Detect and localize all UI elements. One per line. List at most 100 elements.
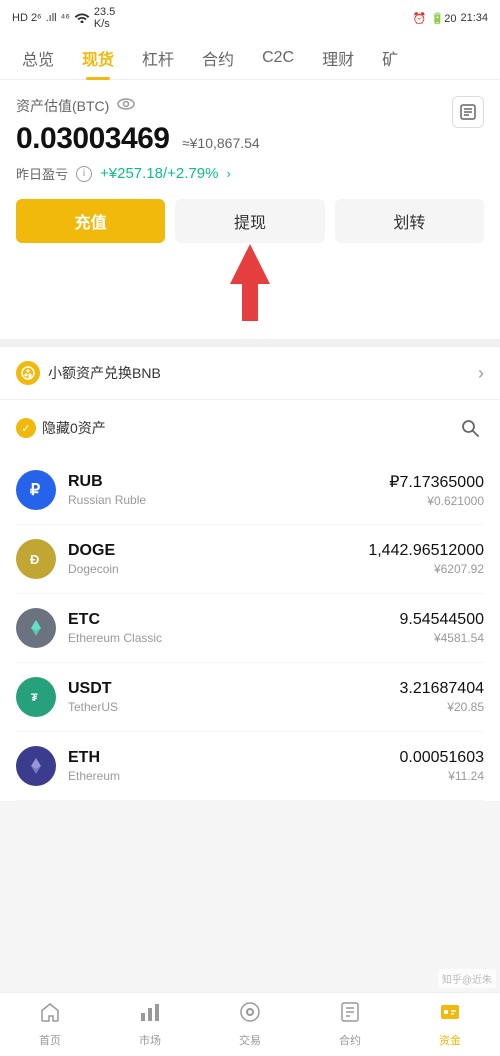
usdt-cny: ¥20.85 (399, 700, 484, 714)
nav-trade-label: 交易 (239, 1032, 261, 1048)
profit-row: 昨日盈亏 i +¥257.18/+2.79% › (16, 164, 484, 183)
time-display: 21:34 (460, 12, 488, 24)
deposit-button[interactable]: 充值 (16, 199, 165, 243)
svg-text:₽: ₽ (30, 482, 40, 499)
etc-info: ETC Ethereum Classic (68, 611, 399, 645)
lte-indicator: ⁴⁶ (61, 12, 70, 24)
coin-item-doge[interactable]: Ð DOGE Dogecoin 1,442.96512000 ¥6207.92 (16, 525, 484, 594)
network-speed: 23.5K/s (94, 6, 115, 30)
doge-name: Dogecoin (68, 562, 368, 576)
etc-name: Ethereum Classic (68, 631, 399, 645)
battery-indicator: 🔋20 (431, 12, 457, 25)
red-arrow (220, 239, 280, 329)
tab-spot[interactable]: 现货 (68, 36, 128, 80)
svg-text:₮: ₮ (31, 692, 38, 704)
svg-text:Ð: Ð (30, 552, 39, 567)
rub-name: Russian Ruble (68, 493, 389, 507)
nav-market-label: 市场 (139, 1032, 161, 1048)
nav-assets-label: 资金 (439, 1032, 461, 1048)
eth-symbol: ETH (68, 749, 399, 767)
tab-contract[interactable]: 合约 (188, 36, 248, 80)
tab-overview[interactable]: 总览 (8, 36, 68, 80)
profit-label: 昨日盈亏 (16, 164, 68, 183)
asset-list-header: ✓ 隐藏0资产 (16, 414, 484, 442)
usdt-symbol: USDT (68, 680, 399, 698)
asset-list-section: ✓ 隐藏0资产 ₽ RUB Russian Ruble ₽7.17365000 … (0, 400, 500, 801)
info-icon[interactable]: i (76, 166, 92, 182)
wifi-icon (74, 11, 90, 26)
hide-zero-label: 隐藏0资产 (42, 418, 106, 438)
nav-assets[interactable]: 资金 (400, 995, 500, 1054)
rub-icon: ₽ (16, 470, 56, 510)
search-button[interactable] (456, 414, 484, 442)
eth-values: 0.00051603 ¥11.24 (399, 749, 484, 783)
status-bar: HD 2⁶ .ıll ⁴⁶ 23.5K/s ⏰ 🔋20 21:34 (0, 0, 500, 36)
usdt-name: TetherUS (68, 700, 399, 714)
asset-btc-row: 0.03003469 ≈¥10,867.54 (16, 122, 260, 156)
profit-value: +¥257.18/+2.79% (100, 165, 218, 182)
eth-name: Ethereum (68, 769, 399, 783)
doge-icon: Ð (16, 539, 56, 579)
hide-zero-toggle[interactable]: ✓ 隐藏0资产 (16, 418, 106, 438)
usdt-info: USDT TetherUS (68, 680, 399, 714)
trade-icon (239, 1001, 261, 1029)
bnb-icon (16, 361, 40, 385)
status-right: ⏰ 🔋20 21:34 (413, 12, 488, 25)
market-icon (139, 1001, 161, 1029)
network-indicator: HD 2⁶ (12, 12, 42, 24)
rub-cny: ¥0.621000 (389, 494, 484, 508)
tab-mining[interactable]: 矿 (368, 36, 412, 80)
rub-symbol: RUB (68, 473, 389, 491)
contract-icon (339, 1001, 361, 1029)
nav-market[interactable]: 市场 (100, 995, 200, 1054)
rub-info: RUB Russian Ruble (68, 473, 389, 507)
etc-icon (16, 608, 56, 648)
action-buttons: 充值 提现 划转 (16, 199, 484, 243)
transfer-button[interactable]: 划转 (335, 199, 484, 243)
bnb-banner-left: 小额资产兑换BNB (16, 361, 161, 385)
bnb-banner-text: 小额资产兑换BNB (48, 363, 161, 383)
nav-tabs: 总览 现货 杠杆 合约 C2C 理财 矿 (0, 36, 500, 80)
nav-contract[interactable]: 合约 (300, 995, 400, 1054)
eye-icon[interactable] (117, 97, 135, 115)
asset-btc-value: 0.03003469 (16, 122, 170, 155)
asset-header: 资产估值(BTC) 0.03003469 ≈¥10,867.54 (16, 96, 484, 156)
tab-c2c[interactable]: C2C (248, 36, 308, 80)
etc-symbol: ETC (68, 611, 399, 629)
doge-cny: ¥6207.92 (368, 562, 484, 576)
rub-amount: ₽7.17365000 (389, 472, 484, 492)
arrow-annotation (16, 259, 484, 339)
coin-item-usdt[interactable]: ₮ USDT TetherUS 3.21687404 ¥20.85 (16, 663, 484, 732)
eth-info: ETH Ethereum (68, 749, 399, 783)
section-divider (0, 339, 500, 347)
coin-item-eth[interactable]: ETH Ethereum 0.00051603 ¥11.24 (16, 732, 484, 801)
nav-home[interactable]: 首页 (0, 995, 100, 1054)
profit-chevron[interactable]: › (226, 166, 230, 181)
usdt-icon: ₮ (16, 677, 56, 717)
doge-info: DOGE Dogecoin (68, 542, 368, 576)
etc-values: 9.54544500 ¥4581.54 (399, 611, 484, 645)
status-left: HD 2⁶ .ıll ⁴⁶ 23.5K/s (12, 6, 115, 30)
doge-amount: 1,442.96512000 (368, 542, 484, 560)
tab-leverage[interactable]: 杠杆 (128, 36, 188, 80)
coin-item-etc[interactable]: ETC Ethereum Classic 9.54544500 ¥4581.54 (16, 594, 484, 663)
rub-values: ₽7.17365000 ¥0.621000 (389, 472, 484, 508)
coin-item-rub[interactable]: ₽ RUB Russian Ruble ₽7.17365000 ¥0.62100… (16, 456, 484, 525)
bnb-banner-chevron: › (478, 363, 484, 384)
etc-amount: 9.54544500 (399, 611, 484, 629)
eth-cny: ¥11.24 (399, 769, 484, 783)
eth-amount: 0.00051603 (399, 749, 484, 767)
withdraw-button[interactable]: 提现 (175, 199, 324, 243)
history-icon[interactable] (452, 96, 484, 128)
main-content: 资产估值(BTC) 0.03003469 ≈¥10,867.54 (0, 80, 500, 339)
nav-trade[interactable]: 交易 (200, 995, 300, 1054)
doge-symbol: DOGE (68, 542, 368, 560)
tab-finance[interactable]: 理财 (308, 36, 368, 80)
eth-icon (16, 746, 56, 786)
watermark: 知乎@近朱 (438, 969, 496, 988)
nav-contract-label: 合约 (339, 1032, 361, 1048)
usdt-amount: 3.21687404 (399, 680, 484, 698)
etc-cny: ¥4581.54 (399, 631, 484, 645)
home-icon (39, 1001, 61, 1029)
bnb-banner[interactable]: 小额资产兑换BNB › (0, 347, 500, 400)
